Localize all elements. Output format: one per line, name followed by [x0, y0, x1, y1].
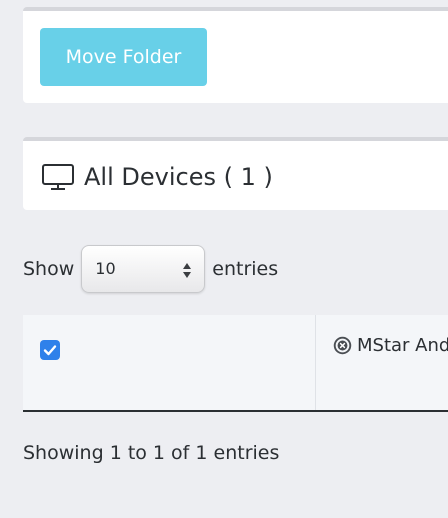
entries-length-control: Show 10 entries [23, 244, 278, 294]
column-divider [315, 315, 316, 410]
show-label: Show [23, 258, 75, 280]
move-folder-button[interactable]: Move Folder [40, 28, 207, 86]
table-info: Showing 1 to 1 of 1 entries [23, 442, 280, 464]
monitor-icon [42, 164, 74, 190]
entries-label: entries [212, 258, 279, 280]
circle-x-icon[interactable] [333, 336, 352, 355]
entries-per-page-select[interactable]: 10 [81, 245, 206, 293]
actions-panel: Move Folder [23, 7, 448, 103]
checkmark-icon [43, 345, 57, 356]
devices-panel: All Devices ( 1 ) [23, 137, 448, 210]
device-name[interactable]: MStar Android TV [357, 335, 448, 356]
row-select-checkbox[interactable] [40, 340, 60, 360]
select-arrows-icon [183, 263, 192, 278]
devices-table: MStar Android TV [23, 315, 448, 412]
devices-header: All Devices ( 1 ) [41, 160, 273, 194]
table-cell-device: MStar Android TV [333, 335, 448, 356]
devices-title: All Devices ( 1 ) [84, 163, 273, 191]
entries-per-page-value: 10 [95, 259, 116, 278]
